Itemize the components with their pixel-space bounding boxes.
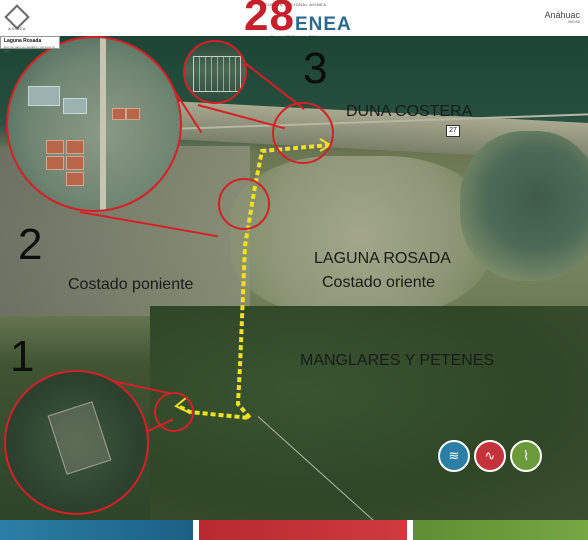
inset-2-pond xyxy=(46,156,64,170)
info-box-subtitle: Dar clic para ver detalles y accesos al … xyxy=(4,45,55,53)
zoom-inset-1[interactable] xyxy=(4,370,149,515)
anahuac-logo: Anáhuac MAYAB xyxy=(544,10,580,24)
inset-2-pond xyxy=(66,156,84,170)
inset-2-pond xyxy=(112,108,126,120)
map-info-box[interactable]: Laguna Rosada Dar clic para ver detalles… xyxy=(0,36,60,53)
inset-2-pond xyxy=(66,140,84,154)
site-marker-2[interactable] xyxy=(218,178,270,230)
inset-2-pond xyxy=(66,172,84,186)
zoom-inset-3[interactable] xyxy=(183,40,247,104)
footer-band-gap xyxy=(193,520,199,540)
footer-band-red xyxy=(196,520,410,540)
callout-number-2: 2 xyxy=(18,220,43,269)
highway-shield: 27 xyxy=(446,125,460,137)
nature-badge-icon: ⌇ xyxy=(510,440,542,472)
zoom-inset-2[interactable] xyxy=(6,36,182,212)
inset-2-pond xyxy=(63,98,87,114)
callout-number-3: 3 xyxy=(303,44,328,93)
info-box-title: Laguna Rosada xyxy=(4,38,42,44)
footer-band-gap xyxy=(407,520,413,540)
footer-band-blue xyxy=(0,520,196,540)
asinea-logo-text: ASINEA xyxy=(8,26,26,31)
asinea-badge-icon: ≋ xyxy=(438,440,470,472)
anahuac-logo-sub: MAYAB xyxy=(568,20,580,24)
label-costado-oriente: Costado oriente xyxy=(322,274,435,291)
east-lagoon-area xyxy=(460,131,588,281)
asinea-logo: ASINEA xyxy=(4,4,30,32)
header: ASINEA REUNIÓN NACIONAL ASINEA 28ENEA Ro… xyxy=(0,0,588,39)
label-laguna-rosada: LAGUNA ROSADA xyxy=(314,250,451,267)
event-logo: REUNIÓN NACIONAL ASINEA 28ENEA Rosario 2… xyxy=(244,0,351,39)
inset-2-road xyxy=(100,38,106,210)
inset-2-pond xyxy=(126,108,140,120)
event-title: 28ENEA xyxy=(244,0,351,38)
anahuac-logo-text: Anáhuac xyxy=(544,10,580,20)
label-costado-poniente: Costado poniente xyxy=(68,276,194,293)
inset-3-structure xyxy=(193,56,241,92)
inset-1-clearing xyxy=(47,401,112,475)
inset-2-pond xyxy=(46,140,64,154)
mangrove-area xyxy=(150,306,588,520)
event-word: ENEA xyxy=(294,14,352,35)
site-marker-3[interactable] xyxy=(272,102,334,164)
lagoon-area xyxy=(230,156,490,316)
water-badge-icon: ∿ xyxy=(474,440,506,472)
footer-band-green xyxy=(410,520,588,540)
inset-2-pond xyxy=(28,86,60,106)
label-manglares: MANGLARES Y PETENES xyxy=(300,352,495,369)
site-marker-1[interactable] xyxy=(154,392,194,432)
label-duna-costera: DUNA COSTERA xyxy=(346,103,473,120)
callout-number-1: 1 xyxy=(10,332,35,381)
